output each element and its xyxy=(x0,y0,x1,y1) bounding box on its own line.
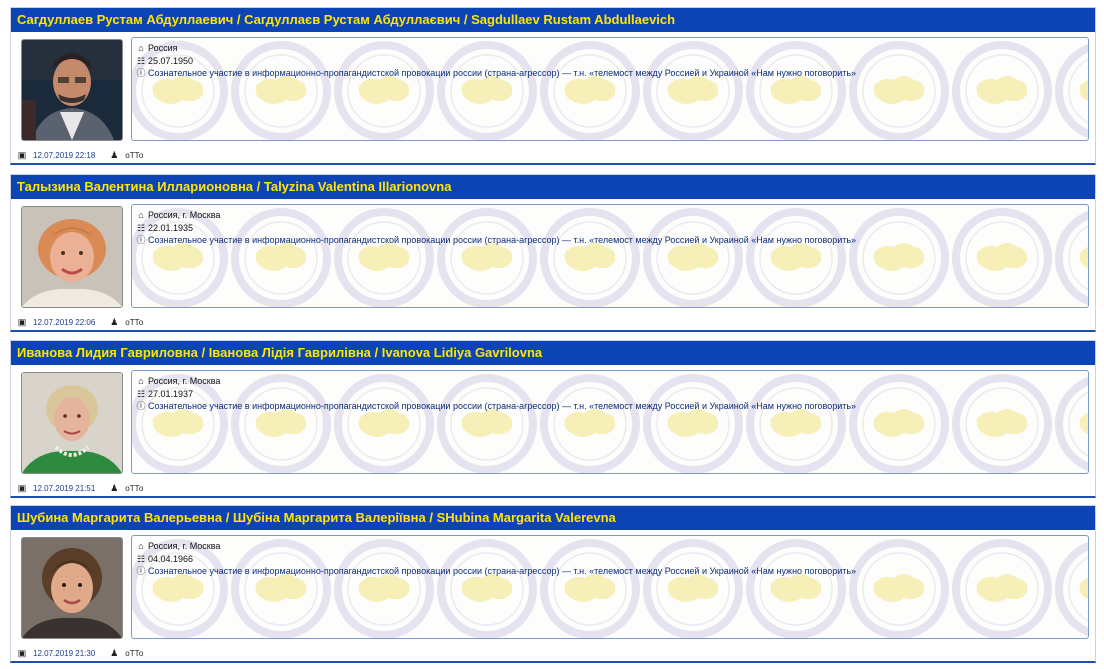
author-link[interactable]: оТТо xyxy=(125,151,143,160)
entry-photo[interactable] xyxy=(21,372,123,474)
country-line: ⌂ Россия, г. Москва xyxy=(136,209,1088,222)
country-text: Россия, г. Москва xyxy=(148,541,221,551)
posted-date-link[interactable]: 12.07.2019 22:06 xyxy=(33,318,95,327)
entry-title-link[interactable]: Иванова Лидия Гавриловна / Іванова Лідія… xyxy=(11,341,1095,365)
birth-date-text: 04.04.1966 xyxy=(148,553,194,564)
entry-meta: ▣ 12.07.2019 21:30 ♟ оТТо xyxy=(17,648,144,659)
entry-card: Сагдуллаев Рустам Абдуллаевич / Сагдулла… xyxy=(10,7,1096,165)
entry-photo[interactable] xyxy=(21,206,123,308)
info-icon: ⓘ xyxy=(136,566,146,576)
entry-card: Шубина Маргарита Валерьевна / Шубіна Мар… xyxy=(10,505,1096,663)
entry-details: ⌂ Россия ☷ 25.07.1950 ⓘ Сознательное уча… xyxy=(131,37,1089,141)
birth-date-line: ☷ 27.01.1937 xyxy=(136,388,1088,401)
country-line: ⌂ Россия, г. Москва xyxy=(136,375,1088,388)
entry-title-link[interactable]: Сагдуллаев Рустам Абдуллаевич / Сагдулла… xyxy=(11,8,1095,32)
birth-date-text: 22.01.1935 xyxy=(148,222,194,233)
entry-details: ⌂ Россия, г. Москва ☷ 04.04.1966 ⓘ Созна… xyxy=(131,535,1089,639)
description-text: Сознательное участие в информационно-про… xyxy=(148,235,857,245)
description-line: ⓘ Сознательное участие в информационно-п… xyxy=(136,400,1088,413)
user-icon: ♟ xyxy=(110,483,119,493)
country-text: Россия xyxy=(148,43,178,53)
home-icon: ⌂ xyxy=(138,43,144,53)
home-icon: ⌂ xyxy=(138,541,144,551)
description-text: Сознательное участие в информационно-про… xyxy=(148,566,857,576)
birthday-cake-icon: ☷ xyxy=(136,55,146,66)
country-text: Россия, г. Москва xyxy=(148,210,221,220)
entry-meta: ▣ 12.07.2019 21:51 ♟ оТТо xyxy=(17,483,144,494)
entry-photo[interactable] xyxy=(21,537,123,639)
entry-details: ⌂ Россия, г. Москва ☷ 22.01.1935 ⓘ Созна… xyxy=(131,204,1089,308)
entry-title-link[interactable]: Шубина Маргарита Валерьевна / Шубіна Мар… xyxy=(11,506,1095,530)
birth-date-line: ☷ 04.04.1966 xyxy=(136,553,1088,566)
entry-card: Талызина Валентина Илларионовна / Talyzi… xyxy=(10,174,1096,332)
posted-date-link[interactable]: 12.07.2019 21:30 xyxy=(33,649,95,658)
country-text: Россия, г. Москва xyxy=(148,376,221,386)
entry-photo[interactable] xyxy=(21,39,123,141)
entries-list: Сагдуллаев Рустам Абдуллаевич / Сагдулла… xyxy=(0,0,1104,669)
birth-date-line: ☷ 22.01.1935 xyxy=(136,222,1088,235)
posted-date-link[interactable]: 12.07.2019 21:51 xyxy=(33,484,95,493)
calendar-icon: ▣ xyxy=(17,317,27,327)
birthday-cake-icon: ☷ xyxy=(136,388,146,399)
entry-title-link[interactable]: Талызина Валентина Илларионовна / Talyzi… xyxy=(11,175,1095,199)
calendar-icon: ▣ xyxy=(17,483,27,493)
birth-date-text: 27.01.1937 xyxy=(148,388,194,399)
info-icon: ⓘ xyxy=(136,68,146,78)
home-icon: ⌂ xyxy=(138,376,144,386)
entry-details: ⌂ Россия, г. Москва ☷ 27.01.1937 ⓘ Созна… xyxy=(131,370,1089,474)
birthday-cake-icon: ☷ xyxy=(136,222,146,233)
birth-date-line: ☷ 25.07.1950 xyxy=(136,55,1088,68)
author-link[interactable]: оТТо xyxy=(125,484,143,493)
calendar-icon: ▣ xyxy=(17,150,27,160)
entry-meta: ▣ 12.07.2019 22:06 ♟ оТТо xyxy=(17,317,144,328)
user-icon: ♟ xyxy=(110,150,119,160)
birthday-cake-icon: ☷ xyxy=(136,553,146,564)
description-line: ⓘ Сознательное участие в информационно-п… xyxy=(136,234,1088,247)
info-icon: ⓘ xyxy=(136,235,146,245)
country-line: ⌂ Россия xyxy=(136,42,1088,55)
entry-card: Иванова Лидия Гавриловна / Іванова Лідія… xyxy=(10,340,1096,498)
user-icon: ♟ xyxy=(110,317,119,327)
author-link[interactable]: оТТо xyxy=(125,649,143,658)
info-icon: ⓘ xyxy=(136,401,146,411)
user-icon: ♟ xyxy=(110,648,119,658)
posted-date-link[interactable]: 12.07.2019 22:18 xyxy=(33,151,95,160)
country-line: ⌂ Россия, г. Москва xyxy=(136,540,1088,553)
calendar-icon: ▣ xyxy=(17,648,27,658)
home-icon: ⌂ xyxy=(138,210,144,220)
description-text: Сознательное участие в информационно-про… xyxy=(148,401,857,411)
birth-date-text: 25.07.1950 xyxy=(148,55,194,66)
description-line: ⓘ Сознательное участие в информационно-п… xyxy=(136,67,1088,80)
description-line: ⓘ Сознательное участие в информационно-п… xyxy=(136,565,1088,578)
author-link[interactable]: оТТо xyxy=(125,318,143,327)
description-text: Сознательное участие в информационно-про… xyxy=(148,68,857,78)
entry-meta: ▣ 12.07.2019 22:18 ♟ оТТо xyxy=(17,150,144,161)
